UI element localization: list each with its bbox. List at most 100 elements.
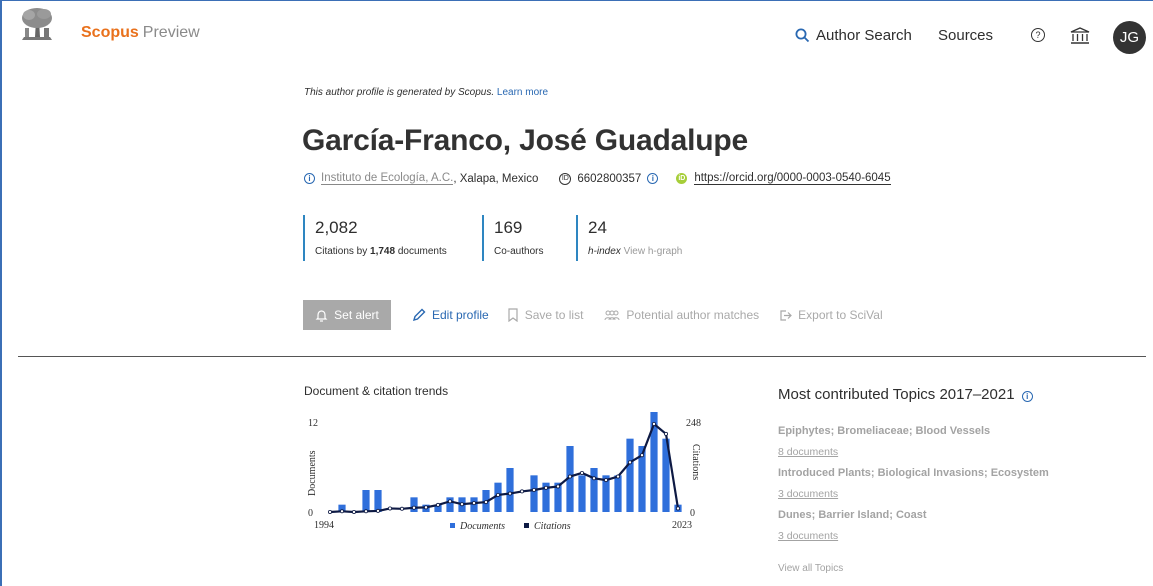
citations-point (507, 491, 512, 496)
right-axis-title: Citations (690, 444, 701, 480)
topic-name-3[interactable]: Dunes; Barrier Island; Coast (778, 509, 927, 521)
citations-point (340, 509, 345, 514)
user-avatar[interactable]: JG (1113, 21, 1146, 54)
set-alert-label: Set alert (334, 308, 379, 322)
citations-point (591, 476, 596, 481)
topics-title-text: Most contributed Topics 2017–2021 (778, 386, 1015, 403)
citations-point (495, 492, 500, 497)
citations-point (424, 505, 429, 510)
learn-more-link[interactable]: Learn more (497, 87, 548, 98)
documents-bar (590, 468, 598, 512)
citations-point (675, 506, 680, 511)
metric-coauthors[interactable]: 169 Co-authors (482, 215, 562, 261)
citations-point (327, 510, 332, 515)
right-axis-max-label: 248 (686, 418, 701, 429)
hindex-value: 24 (588, 218, 607, 237)
documents-bar (374, 490, 382, 512)
citations-point (603, 478, 608, 483)
topic-docs-2[interactable]: 3 documents (778, 488, 838, 500)
topic-docs-1[interactable]: 8 documents (778, 446, 838, 458)
legend-citations-label: Citations (534, 521, 571, 532)
potential-matches-button[interactable]: Potential author matches (604, 308, 759, 322)
citations-point (400, 506, 405, 511)
orcid-icon: iD (676, 173, 688, 184)
citations-label-pre: Citations by (315, 246, 371, 257)
view-hgraph-link[interactable]: View h-graph (624, 246, 683, 257)
citations-point (555, 484, 560, 489)
citations-point (412, 505, 417, 510)
left-axis-min-label: 0 (308, 508, 313, 519)
x-axis-start-label: 1994 (314, 520, 334, 531)
citations-point (543, 485, 548, 490)
scopus-brand[interactable]: Scopus Preview (81, 24, 200, 42)
citations-point (639, 453, 644, 458)
author-id: 6602800357 (577, 172, 642, 185)
generated-note-text: This author profile is generated by Scop… (304, 87, 495, 98)
export-icon (780, 309, 793, 321)
citations-point (376, 508, 381, 513)
metric-citations[interactable]: 2,082 Citations by 1,748 documents (303, 215, 463, 261)
author-name: García-Franco, José Guadalupe (302, 124, 749, 157)
citations-point (483, 500, 488, 505)
elsevier-logo[interactable] (14, 6, 60, 44)
sources-link[interactable]: Sources (938, 27, 993, 44)
right-axis-min-label: 0 (690, 508, 695, 519)
citations-point (388, 506, 393, 511)
coauthors-label: Co-authors (494, 246, 544, 257)
export-scival-button[interactable]: Export to SciVal (779, 308, 883, 322)
metric-hindex: 24 h-index View h-graph (576, 215, 716, 261)
hindex-label: h-index (588, 246, 621, 257)
topic-name-1[interactable]: Epiphytes; Bromeliaceae; Blood Vessels (778, 425, 990, 437)
legend-documents-swatch (450, 523, 455, 528)
view-all-topics-link[interactable]: View all Topics (778, 563, 843, 574)
orcid-link[interactable]: https://orcid.org/0000-0003-0540-6045 (694, 172, 891, 185)
set-alert-button[interactable]: Set alert (303, 300, 391, 330)
chart-title: Document & citation trends (304, 384, 449, 398)
citations-count: 2,082 (315, 218, 358, 237)
author-search-link[interactable]: Author Search (795, 27, 912, 44)
documents-bar (578, 475, 586, 512)
citations-point (459, 502, 464, 507)
potential-matches-label: Potential author matches (626, 308, 760, 322)
citations-point (567, 474, 572, 479)
info-icon[interactable]: i (304, 173, 315, 184)
citations-point (519, 489, 524, 494)
hindex-label-row: h-index View h-graph (588, 246, 716, 257)
topic-name-2[interactable]: Introduced Plants; Biological Invasions;… (778, 467, 1049, 479)
legend-citations-swatch (524, 523, 529, 528)
profile-actions: Set alert Edit profile Save to list Pote… (303, 300, 883, 330)
citations-point (435, 502, 440, 507)
save-to-list-button[interactable]: Save to list (507, 308, 583, 322)
people-icon (604, 310, 620, 321)
citations-line (329, 422, 680, 514)
documents-bar (506, 468, 514, 512)
section-divider (18, 356, 1146, 357)
author-search-label: Author Search (816, 27, 912, 44)
author-id-info-icon[interactable]: i (647, 173, 659, 184)
citations-point (364, 509, 369, 514)
x-axis-end-label: 2023 (672, 520, 692, 531)
citations-point (579, 470, 584, 475)
documents-bar (614, 475, 622, 512)
topic-docs-3[interactable]: 3 documents (778, 530, 838, 542)
location: , Xalapa, Mexico (453, 172, 539, 185)
topics-title: Most contributed Topics 2017–2021 i (778, 386, 1033, 403)
affiliation-link[interactable]: Instituto de Ecología, A.C. (321, 172, 454, 185)
search-icon (795, 28, 810, 43)
institution-icon[interactable] (1070, 27, 1090, 45)
citations-label: Citations by 1,748 documents (315, 246, 463, 257)
scopus-id-icon: ID (559, 172, 572, 185)
documents-bar (626, 438, 634, 512)
coauthors-count: 169 (494, 218, 523, 237)
citations-docs-count: 1,748 (370, 246, 396, 257)
citations-point (651, 421, 656, 426)
help-icon[interactable]: ? (1031, 28, 1045, 42)
citations-point (615, 474, 620, 479)
bell-icon (315, 309, 328, 322)
left-axis-max-label: 12 (308, 418, 318, 429)
topics-info-icon[interactable]: i (1021, 391, 1033, 402)
bookmark-icon (508, 308, 518, 322)
document-citation-chart[interactable]: 12024801994 2023Documents CitationsDocumen… (300, 412, 720, 564)
edit-profile-label: Edit profile (432, 308, 489, 322)
edit-profile-button[interactable]: Edit profile (412, 308, 489, 322)
